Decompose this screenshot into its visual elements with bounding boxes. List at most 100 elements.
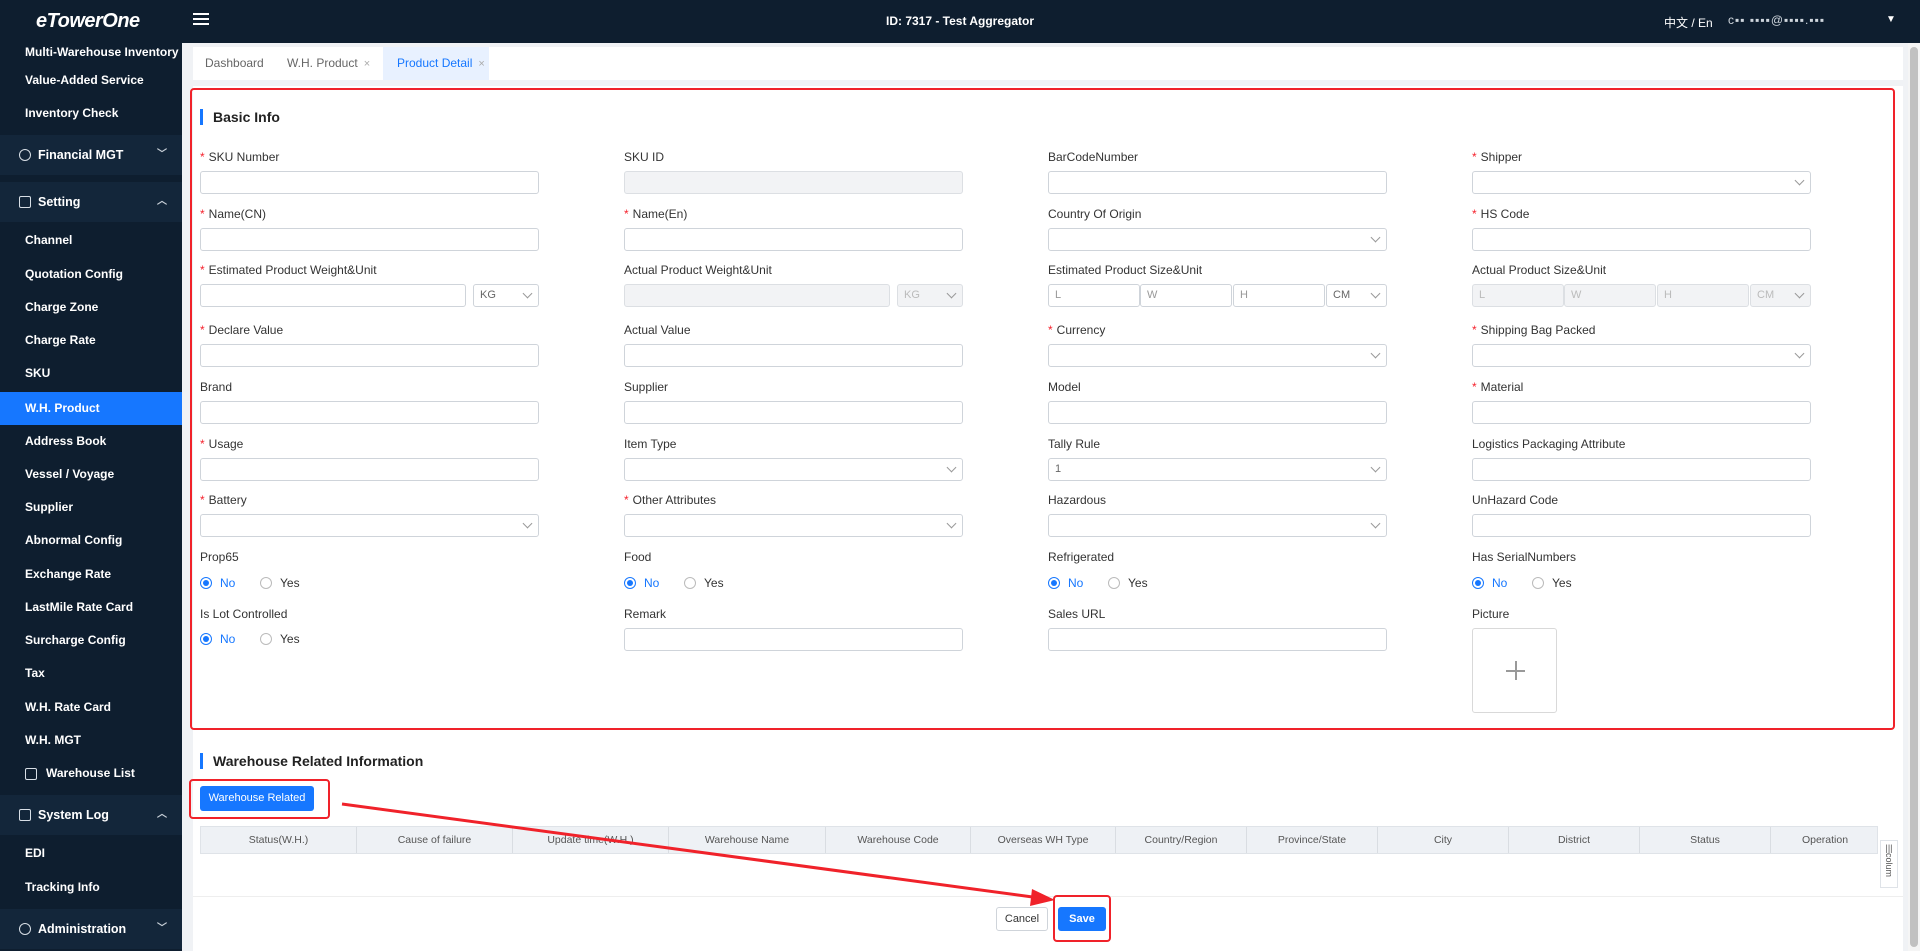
est-size-w-input[interactable]: W bbox=[1140, 284, 1232, 307]
food-no-radio[interactable] bbox=[624, 577, 636, 589]
label-food: Food bbox=[624, 550, 652, 564]
food-yes-radio[interactable] bbox=[684, 577, 696, 589]
sidebar-item-charge-rate[interactable]: Charge Rate bbox=[0, 324, 182, 357]
country-of-origin-select[interactable] bbox=[1048, 228, 1387, 251]
sidebar-item-abnormal-config[interactable]: Abnormal Config bbox=[0, 524, 182, 557]
sidebar-item-wh-mgt[interactable]: W.H. MGT bbox=[0, 724, 182, 757]
user-account[interactable]: c▪▪ ▪▪▪▪@▪▪▪▪.▪▪▪ bbox=[1728, 13, 1825, 27]
tab-dashboard[interactable]: Dashboard bbox=[205, 47, 267, 80]
sidebar-group-system-log[interactable]: System Log ︿ bbox=[0, 795, 182, 835]
is-lot-no-label[interactable]: No bbox=[220, 632, 235, 646]
usage-input[interactable] bbox=[200, 458, 539, 481]
is-lot-yes-radio[interactable] bbox=[260, 633, 272, 645]
financial-icon bbox=[19, 149, 31, 161]
refrigerated-yes-label[interactable]: Yes bbox=[1128, 576, 1148, 590]
model-input[interactable] bbox=[1048, 401, 1387, 424]
sidebar-item-lastmile-rate-card[interactable]: LastMile Rate Card bbox=[0, 591, 182, 624]
language-switch[interactable]: 中文 / En bbox=[1664, 14, 1713, 31]
label-item-type: Item Type bbox=[624, 437, 677, 451]
hs-code-input[interactable] bbox=[1472, 228, 1811, 251]
tally-rule-select[interactable]: 1 bbox=[1048, 458, 1387, 481]
sidebar-item-wh-rate-card[interactable]: W.H. Rate Card bbox=[0, 691, 182, 724]
logistics-packaging-input[interactable] bbox=[1472, 458, 1811, 481]
remark-input[interactable] bbox=[624, 628, 963, 651]
sidebar-item-supplier[interactable]: Supplier bbox=[0, 491, 182, 524]
item-type-select[interactable] bbox=[624, 458, 963, 481]
is-lot-yes-label[interactable]: Yes bbox=[280, 632, 300, 646]
page-header-title: ID: 7317 - Test Aggregator bbox=[885, 14, 1035, 28]
label-hs-code: * HS Code bbox=[1472, 207, 1530, 221]
scrollbar-thumb[interactable] bbox=[1910, 47, 1918, 947]
battery-select[interactable] bbox=[200, 514, 539, 537]
sidebar-item-warehouse-list[interactable]: Warehouse List bbox=[0, 757, 182, 790]
sidebar-group-administration[interactable]: Administration ﹀ bbox=[0, 909, 182, 949]
est-size-l-input[interactable]: L bbox=[1048, 284, 1140, 307]
picture-upload[interactable] bbox=[1472, 628, 1557, 713]
tab-product-detail[interactable]: Product Detail × bbox=[383, 47, 489, 80]
barcode-input[interactable] bbox=[1048, 171, 1387, 194]
sidebar-item-sku[interactable]: SKU bbox=[0, 357, 182, 390]
refrigerated-yes-radio[interactable] bbox=[1108, 577, 1120, 589]
shipping-bag-select[interactable] bbox=[1472, 344, 1811, 367]
is-lot-no-radio[interactable] bbox=[200, 633, 212, 645]
declare-value-input[interactable] bbox=[200, 344, 539, 367]
warehouse-related-button[interactable]: Warehouse Related bbox=[200, 786, 314, 811]
sidebar-item-quotation-config[interactable]: Quotation Config bbox=[0, 258, 182, 291]
save-button[interactable]: Save bbox=[1058, 907, 1106, 931]
cancel-button[interactable]: Cancel bbox=[996, 907, 1048, 931]
est-weight-input[interactable] bbox=[200, 284, 466, 307]
prop65-no-label[interactable]: No bbox=[220, 576, 235, 590]
hazardous-select[interactable] bbox=[1048, 514, 1387, 537]
est-weight-unit-select[interactable]: KG bbox=[473, 284, 539, 307]
name-en-input[interactable] bbox=[624, 228, 963, 251]
sidebar-item-inventory-check[interactable]: Inventory Check bbox=[0, 97, 182, 130]
column-settings-button[interactable]: ||| colum bbox=[1880, 840, 1898, 888]
sidebar-item-surcharge-config[interactable]: Surcharge Config bbox=[0, 624, 182, 657]
caret-down-icon[interactable]: ▼ bbox=[1886, 14, 1896, 25]
warehouse-table-header: Status(W.H.) Cause of failure Update tim… bbox=[200, 826, 1878, 854]
prop65-no-radio[interactable] bbox=[200, 577, 212, 589]
sidebar-item-tax[interactable]: Tax bbox=[0, 657, 182, 690]
close-icon[interactable]: × bbox=[478, 58, 484, 70]
est-size-unit-select[interactable]: CM bbox=[1326, 284, 1387, 307]
actual-value-input[interactable] bbox=[624, 344, 963, 367]
sidebar-item-address-book[interactable]: Address Book bbox=[0, 425, 182, 458]
has-serial-no-radio[interactable] bbox=[1472, 577, 1484, 589]
column-settings-label: colum bbox=[1884, 853, 1894, 878]
est-size-h-input[interactable]: H bbox=[1233, 284, 1325, 307]
prop65-yes-label[interactable]: Yes bbox=[280, 576, 300, 590]
tab-wh-product[interactable]: W.H. Product × bbox=[287, 47, 377, 80]
sidebar-item-vessel-voyage[interactable]: Vessel / Voyage bbox=[0, 458, 182, 491]
has-serial-yes-radio[interactable] bbox=[1532, 577, 1544, 589]
has-serial-yes-label[interactable]: Yes bbox=[1552, 576, 1572, 590]
page-scrollbar[interactable] bbox=[1908, 43, 1920, 951]
shipper-select[interactable] bbox=[1472, 171, 1811, 194]
food-yes-label[interactable]: Yes bbox=[704, 576, 724, 590]
sidebar-item-channel[interactable]: Channel bbox=[0, 224, 182, 257]
close-icon[interactable]: × bbox=[364, 58, 370, 70]
unhazard-code-input[interactable] bbox=[1472, 514, 1811, 537]
sidebar-item-charge-zone[interactable]: Charge Zone bbox=[0, 291, 182, 324]
sidebar-item-value-added-service[interactable]: Value-Added Service bbox=[0, 64, 182, 97]
refrigerated-no-radio[interactable] bbox=[1048, 577, 1060, 589]
prop65-yes-radio[interactable] bbox=[260, 577, 272, 589]
sidebar-item-edi[interactable]: EDI bbox=[0, 837, 182, 870]
label-declare-value: * Declare Value bbox=[200, 323, 284, 337]
food-no-label[interactable]: No bbox=[644, 576, 659, 590]
material-input[interactable] bbox=[1472, 401, 1811, 424]
name-cn-input[interactable] bbox=[200, 228, 539, 251]
has-serial-no-label[interactable]: No bbox=[1492, 576, 1507, 590]
sidebar-item-wh-product[interactable]: W.H. Product bbox=[0, 392, 182, 425]
sidebar-item-exchange-rate[interactable]: Exchange Rate bbox=[0, 558, 182, 591]
label-shipping-bag: * Shipping Bag Packed bbox=[1472, 323, 1596, 337]
refrigerated-no-label[interactable]: No bbox=[1068, 576, 1083, 590]
brand-input[interactable] bbox=[200, 401, 539, 424]
supplier-input[interactable] bbox=[624, 401, 963, 424]
sidebar-item-tracking-info[interactable]: Tracking Info bbox=[0, 871, 182, 904]
currency-select[interactable] bbox=[1048, 344, 1387, 367]
other-attributes-select[interactable] bbox=[624, 514, 963, 537]
sidebar-group-financial-mgt[interactable]: Financial MGT ﹀ bbox=[0, 135, 182, 175]
sidebar-group-setting[interactable]: Setting ︿ bbox=[0, 182, 182, 222]
sku-number-input[interactable] bbox=[200, 171, 539, 194]
sales-url-input[interactable] bbox=[1048, 628, 1387, 651]
